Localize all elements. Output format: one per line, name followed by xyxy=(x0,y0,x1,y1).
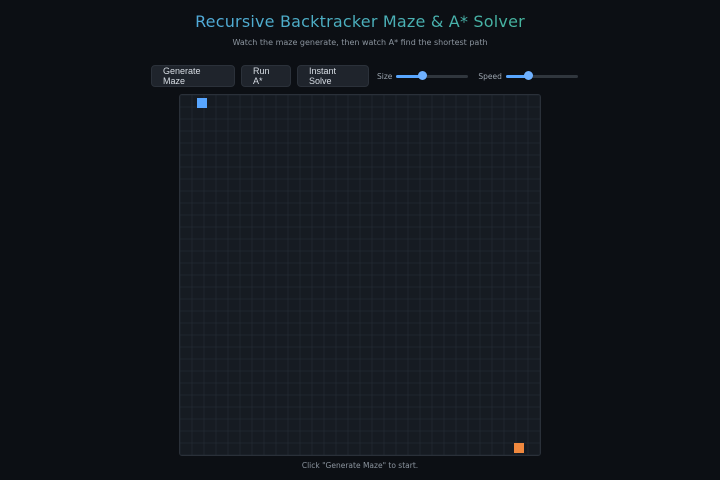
speed-label: Speed xyxy=(478,71,502,81)
size-slider[interactable] xyxy=(396,71,469,80)
size-slider-thumb[interactable] xyxy=(417,71,427,80)
maze-app: Recursive Backtracker Maze & A* Solver W… xyxy=(0,0,720,480)
size-label: Size xyxy=(377,71,393,81)
instant-solve-button[interactable]: Instant Solve xyxy=(297,65,369,87)
end-cell xyxy=(514,443,524,453)
page-title: Recursive Backtracker Maze & A* Solver xyxy=(0,12,720,31)
toolbar: Generate Maze Run A* Instant Solve Size … xyxy=(151,65,586,87)
maze-grid-lines xyxy=(180,95,540,455)
start-cell xyxy=(197,98,207,108)
maze-canvas[interactable] xyxy=(179,94,541,456)
run-astar-button[interactable]: Run A* xyxy=(241,65,291,87)
speed-slider[interactable] xyxy=(505,71,578,80)
maze-grid xyxy=(180,95,540,455)
status-text: Click "Generate Maze" to start. xyxy=(301,461,419,470)
generate-maze-button[interactable]: Generate Maze xyxy=(151,65,235,87)
page-subtitle: Watch the maze generate, then watch A* f… xyxy=(232,38,488,47)
speed-slider-thumb[interactable] xyxy=(523,71,533,80)
